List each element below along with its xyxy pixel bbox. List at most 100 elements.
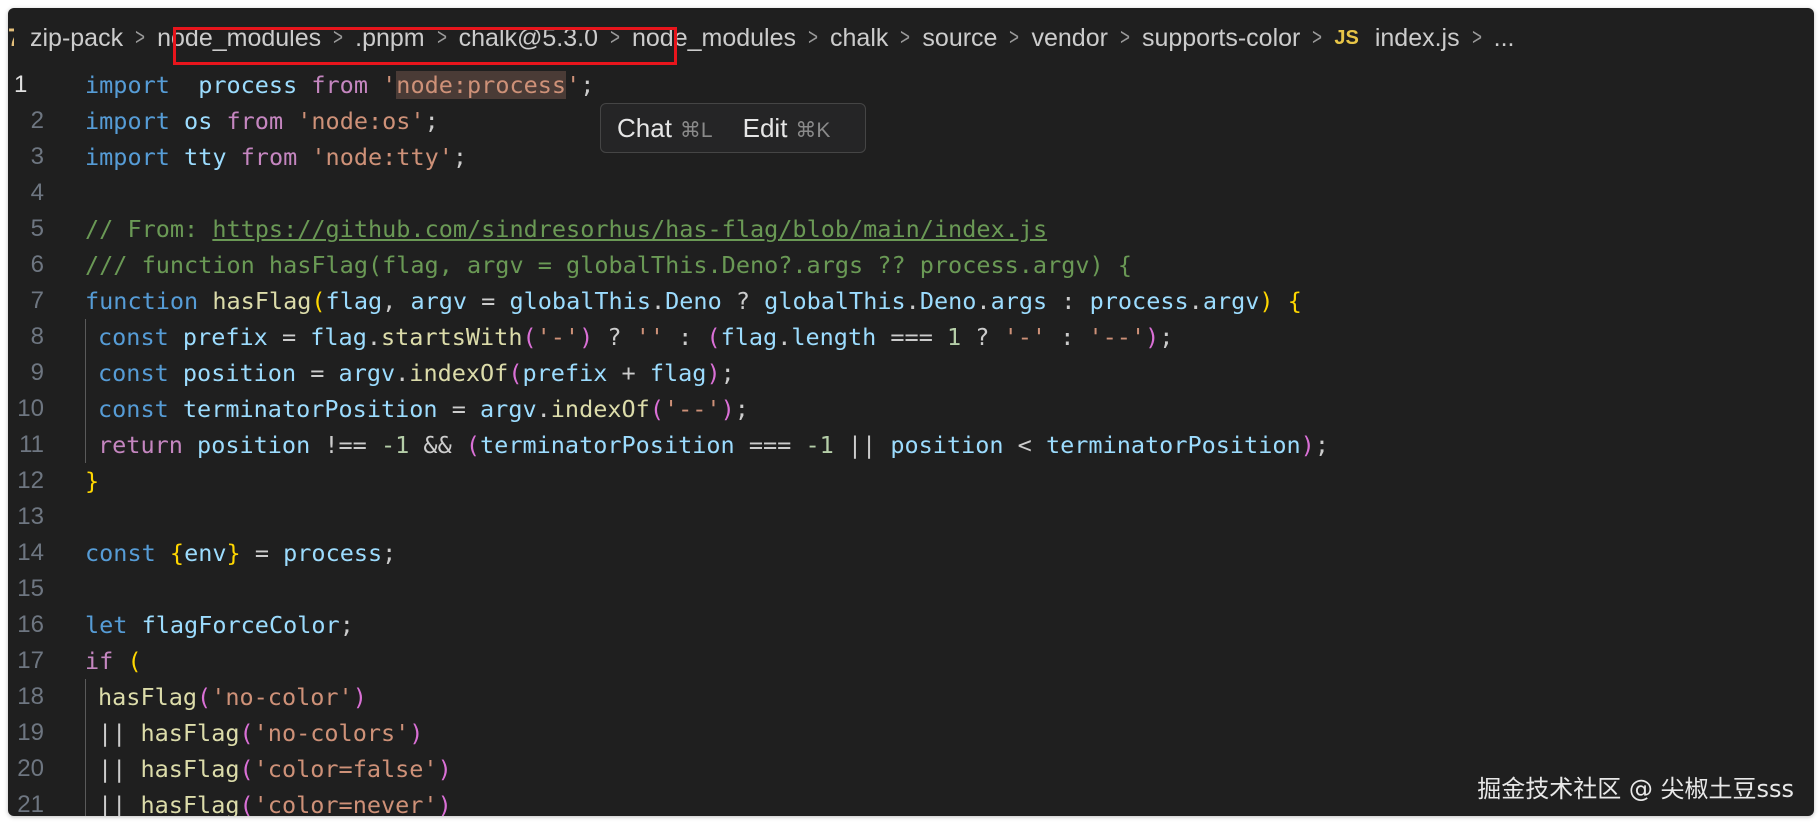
code-token: =: [240, 539, 284, 567]
breadcrumb-item-source[interactable]: source: [922, 24, 997, 53]
code-token: length: [791, 323, 877, 351]
code-line[interactable]: 9 const position = argv.indexOf(prefix + …: [8, 355, 1814, 391]
code-token: -1: [805, 431, 834, 459]
indent-guide: [85, 427, 86, 463]
code-token: 'node:os': [297, 107, 425, 135]
code-token: Deno: [665, 287, 722, 315]
breadcrumb-item-supports-color[interactable]: supports-color: [1142, 24, 1300, 53]
code-line[interactable]: 19 || hasFlag('no-colors'): [8, 715, 1814, 751]
code-text: import process from 'node:process';: [85, 67, 594, 103]
code-link[interactable]: https://github.com/sindresorhus/has-flag…: [212, 215, 1047, 243]
code-token: /// function hasFlag(flag, argv = global…: [85, 251, 1132, 279]
code-token: ': [566, 71, 581, 99]
code-line[interactable]: 12}: [8, 463, 1814, 499]
selected-text: node:process: [396, 71, 567, 99]
code-token: =: [467, 287, 510, 315]
chevron-right-icon: >: [1471, 24, 1482, 51]
code-token: prefix: [182, 323, 268, 351]
chevron-right-icon: >: [808, 24, 818, 51]
code-text: || hasFlag('no-colors'): [98, 715, 423, 751]
breadcrumb-item-file[interactable]: index.js: [1375, 24, 1460, 53]
breadcrumb-item-zip-pack[interactable]: zip-pack: [30, 24, 123, 53]
breadcrumb-more[interactable]: ...: [1494, 24, 1515, 53]
code-token: const: [85, 539, 156, 567]
code-token: ): [1145, 323, 1160, 351]
code-token: ): [706, 359, 721, 387]
code-token: ;: [580, 71, 595, 99]
breadcrumb-item-vendor[interactable]: vendor: [1031, 24, 1107, 53]
code-text: /// function hasFlag(flag, argv = global…: [85, 247, 1132, 283]
code-line[interactable]: 8 const prefix = flag.startsWith('-') ? '…: [8, 319, 1814, 355]
code-text: const position = argv.indexOf(prefix + f…: [98, 355, 735, 391]
code-line[interactable]: 14 const {env} = process;: [8, 535, 1814, 571]
code-line[interactable]: 1 import process from 'node:process';: [8, 67, 1814, 103]
code-token: -1: [380, 431, 410, 459]
code-token: 'color=never': [253, 791, 438, 816]
breadcrumb-item-chalk[interactable]: chalk: [830, 24, 888, 53]
code-token: .: [395, 359, 410, 387]
code-token: 'color=false': [253, 755, 438, 783]
line-number: 18: [17, 683, 44, 710]
code-token: const: [98, 359, 169, 387]
edit-label: Edit: [742, 112, 788, 143]
code-line[interactable]: 2 import os from 'node:os';: [8, 103, 1814, 139]
code-line[interactable]: 16 let flagForceColor;: [8, 607, 1814, 643]
line-number: 4: [30, 179, 44, 206]
code-token: (: [706, 323, 721, 351]
code-token: (: [465, 431, 481, 459]
code-token: import: [85, 107, 170, 135]
line-number: 19: [17, 719, 44, 746]
code-line[interactable]: 11 return position !== -1 && (terminatorP…: [8, 427, 1814, 463]
code-token: ): [1259, 287, 1274, 315]
code-line[interactable]: 4: [8, 175, 1814, 211]
line-number: 21: [17, 791, 44, 816]
code-line[interactable]: 13: [8, 499, 1814, 535]
code-token: '-': [536, 323, 580, 351]
code-text: import os from 'node:os';: [85, 103, 439, 139]
code-line[interactable]: 5 // From: https://github.com/sindresorhu…: [8, 211, 1814, 247]
chat-action[interactable]: Chat ⌘L: [617, 113, 713, 144]
indent-guide: [85, 355, 86, 391]
code-line[interactable]: 7 function hasFlag(flag, argv = globalThi…: [8, 283, 1814, 319]
code-token: hasFlag: [140, 755, 240, 783]
code-token: '--': [1088, 323, 1146, 351]
code-line[interactable]: 10 const terminatorPosition = argv.indexO…: [8, 391, 1814, 427]
indent-guide: [85, 679, 86, 715]
code-text: // From: https://github.com/sindresorhus…: [85, 211, 1047, 247]
code-token: ===: [876, 323, 947, 351]
code-token: ?: [721, 287, 765, 315]
code-token: from: [226, 107, 284, 135]
line-number: 2: [30, 107, 44, 134]
code-token: terminatorPosition: [182, 395, 438, 423]
code-line[interactable]: 6 /// function hasFlag(flag, argv = globa…: [8, 247, 1814, 283]
code-editor[interactable]: 1 import process from 'node:process'; 2 imp…: [8, 67, 1814, 816]
code-text: import tty from 'node:tty';: [85, 139, 467, 175]
code-text: function hasFlag(flag, argv = globalThis…: [85, 283, 1302, 319]
code-token: ): [352, 683, 367, 711]
code-token: }: [226, 539, 241, 567]
code-token: 1: [947, 323, 962, 351]
code-line[interactable]: 17 if (: [8, 643, 1814, 679]
code-token: flag: [649, 359, 707, 387]
inline-action-popup: Chat ⌘L Edit ⌘K: [600, 103, 866, 153]
code-line[interactable]: 3 import tty from 'node:tty';: [8, 139, 1814, 175]
code-token: .: [905, 287, 920, 315]
code-line[interactable]: 15: [8, 571, 1814, 607]
code-token: terminatorPosition: [480, 431, 735, 459]
line-number: 1: [14, 71, 28, 98]
code-token: !==: [310, 431, 381, 459]
code-token: from: [240, 143, 298, 171]
line-number: 10: [17, 395, 44, 422]
line-number: 17: [17, 647, 44, 674]
code-text: const terminatorPosition = argv.indexOf(…: [98, 391, 749, 427]
code-line[interactable]: 18 hasFlag('no-color'): [8, 679, 1814, 715]
code-token: :: [664, 323, 707, 351]
code-token: os: [184, 107, 213, 135]
code-text: const prefix = flag.startsWith('-') ? ''…: [98, 319, 1173, 355]
code-token: process: [198, 71, 298, 99]
edit-action[interactable]: Edit ⌘K: [743, 113, 831, 144]
